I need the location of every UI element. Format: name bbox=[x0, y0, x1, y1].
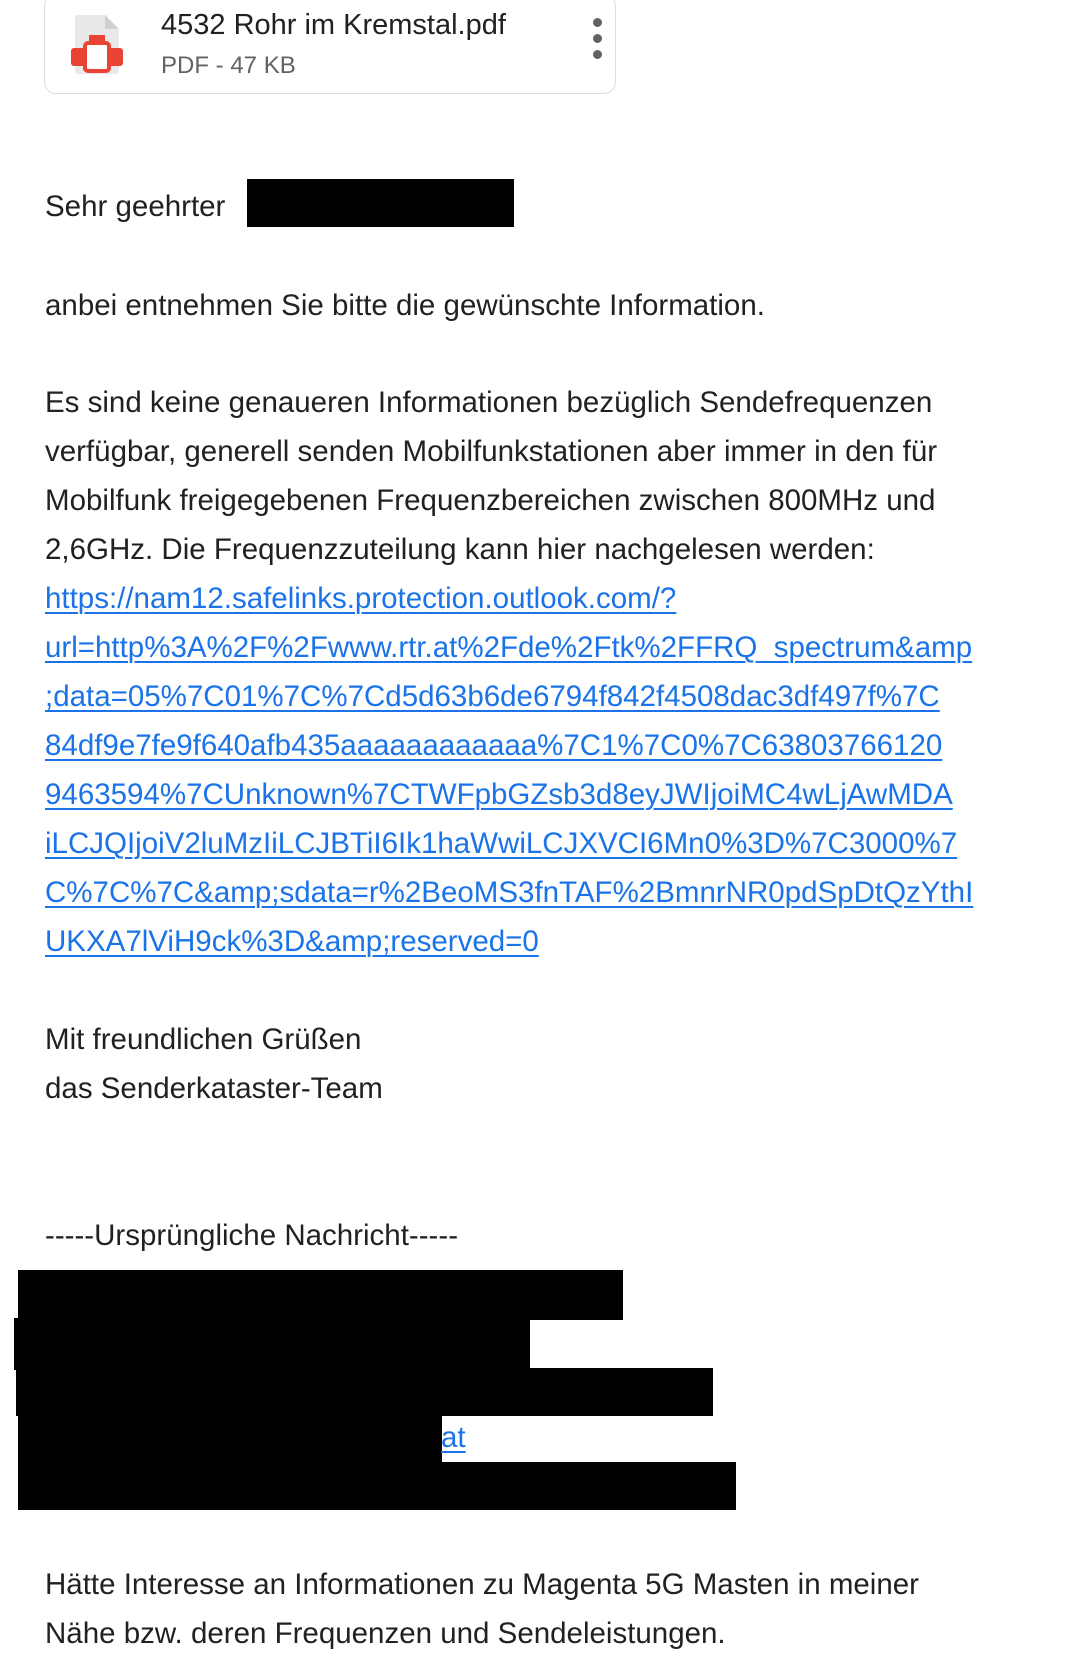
paragraph-line: Mobilfunk freigegebenen Frequenzbereiche… bbox=[45, 484, 936, 517]
signature-text: das Senderkataster-Team bbox=[45, 1072, 383, 1105]
salutation: Sehr geehrter bbox=[45, 190, 226, 223]
attachment-card[interactable]: 4532 Rohr im Kremstal.pdf PDF - 47 KB bbox=[44, 0, 616, 94]
paragraph-line: verfügbar, generell senden Mobilfunkstat… bbox=[45, 435, 938, 468]
redaction-block bbox=[16, 1368, 713, 1416]
safelink-line[interactable]: https://nam12.safelinks.protection.outlo… bbox=[45, 574, 676, 623]
safelink-line[interactable]: UKXA7lViH9ck%3D&amp;reserved=0 bbox=[45, 917, 539, 966]
request-line: Hätte Interesse an Informationen zu Mage… bbox=[45, 1568, 919, 1601]
safelink-line[interactable]: url=http%3A%2F%2Fwww.rtr.at%2Fde%2Ftk%2F… bbox=[45, 623, 972, 672]
paragraph-line: 2,6GHz. Die Frequenzzuteilung kann hier … bbox=[45, 533, 875, 566]
safelink-line[interactable]: 9463594%7CUnknown%7CTWFpbGZsb3d8eyJWIjoi… bbox=[45, 770, 953, 819]
pdf-file-icon bbox=[71, 15, 123, 74]
attachment-meta: PDF - 47 KB bbox=[161, 52, 296, 79]
safelink-line[interactable]: ;data=05%7C01%7C%7Cd5d63b6de6794f842f450… bbox=[45, 672, 940, 721]
attachment-filename: 4532 Rohr im Kremstal.pdf bbox=[161, 9, 506, 41]
partial-email-link[interactable]: at bbox=[441, 1413, 466, 1462]
request-line: Nähe bzw. deren Frequenzen und Sendeleis… bbox=[45, 1617, 726, 1650]
more-vert-icon[interactable] bbox=[583, 13, 613, 65]
redaction-block bbox=[18, 1462, 736, 1510]
safelink-line[interactable]: C%7C%7C&amp;sdata=r%2BeoMS3fnTAF%2BmnrNR… bbox=[45, 868, 973, 917]
safelink-line[interactable]: iLCJQIjoiV2luMzIiLCJBTiI6Ik1haWwiLCJXVCI… bbox=[45, 819, 957, 868]
closing-text: Mit freundlichen Grüßen bbox=[45, 1023, 362, 1056]
redaction-block bbox=[14, 1318, 530, 1370]
intro-text: anbei entnehmen Sie bitte die gewünschte… bbox=[45, 289, 765, 322]
paragraph-line: Es sind keine genaueren Informationen be… bbox=[45, 386, 933, 419]
safelink-line[interactable]: 84df9e7fe9f640afb435aaaaaaaaaaaa%7C1%7C0… bbox=[45, 721, 942, 770]
redaction-name bbox=[247, 179, 514, 227]
original-message-header: -----Ursprüngliche Nachricht----- bbox=[45, 1219, 459, 1252]
redaction-block bbox=[18, 1270, 623, 1320]
redaction-block bbox=[18, 1415, 442, 1463]
